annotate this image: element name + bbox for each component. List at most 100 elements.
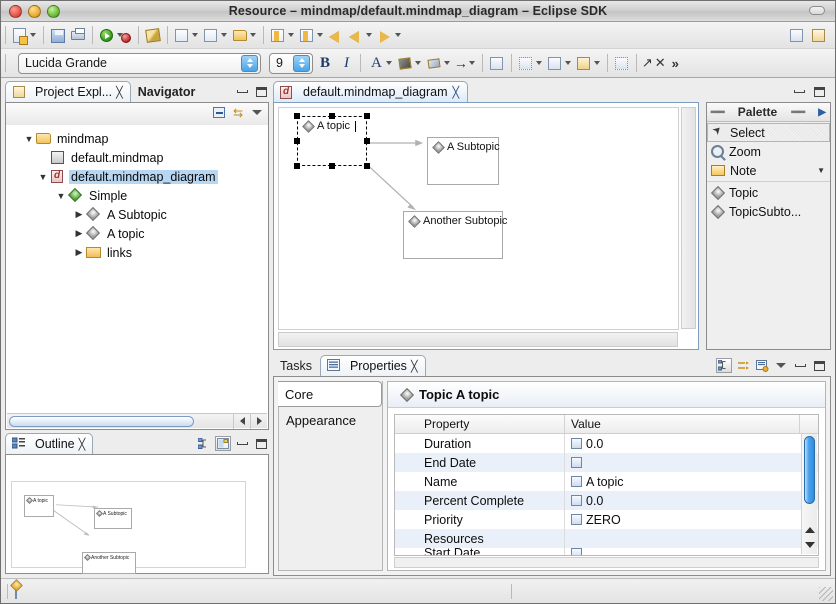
maximize-icon[interactable] (811, 358, 827, 373)
cell-value[interactable]: A topic (565, 472, 818, 491)
tab-default-mindmap-diagram[interactable]: default.mindmap_diagram ╳ (273, 81, 469, 102)
properties-table[interactable]: Property Value Duration 0.0 End Date Nam… (394, 414, 819, 556)
link-with-editor-icon[interactable]: ⇆ (230, 105, 246, 120)
show-categories-icon[interactable] (716, 358, 732, 373)
tree-row[interactable]: default.mindmap (12, 148, 268, 167)
export-button[interactable] (297, 24, 326, 46)
cell-value[interactable]: 0.0 (565, 434, 818, 453)
scroll-down-button[interactable] (802, 537, 817, 552)
palette-header[interactable]: ━━ Palette ━━ ▶ (707, 103, 830, 122)
tree-row[interactable]: ▼ Simple (12, 186, 268, 205)
tree-outline-icon[interactable] (196, 436, 212, 451)
italic-button[interactable]: I (337, 55, 356, 72)
handle-se[interactable] (364, 163, 370, 169)
restore-defaults-icon[interactable] (754, 358, 770, 373)
palette-item-topic[interactable]: Topic (707, 183, 830, 202)
cell-value[interactable]: ZERO (565, 510, 818, 529)
back-arrow-icon[interactable] (326, 24, 346, 46)
handle-sw[interactable] (294, 163, 300, 169)
table-row[interactable]: Start Date (395, 548, 818, 555)
line-style-button[interactable]: → (453, 52, 478, 74)
view-menu-icon[interactable] (249, 105, 265, 120)
tab-tasks[interactable]: Tasks (273, 355, 320, 376)
tree-horizontal-scrollbar[interactable] (7, 413, 267, 429)
previous-button[interactable] (346, 24, 375, 46)
palette-item-note[interactable]: Note ▼ (707, 161, 830, 180)
font-color-button[interactable]: A (365, 52, 395, 74)
cell-value[interactable] (565, 548, 818, 555)
collapse-all-icon[interactable] (211, 105, 227, 120)
palette-item-zoom[interactable]: Zoom (707, 142, 830, 161)
page-setup-button[interactable] (487, 52, 507, 74)
open-perspective-icon[interactable] (787, 24, 807, 46)
close-icon[interactable]: ╳ (411, 360, 418, 373)
debug-button[interactable] (121, 24, 134, 46)
handle-ne[interactable] (364, 113, 370, 119)
table-row[interactable]: Resources (395, 529, 818, 548)
thumbnail-outline-icon[interactable] (215, 436, 231, 451)
properties-horizontal-scrollbar[interactable] (394, 557, 819, 568)
table-row[interactable]: End Date (395, 453, 818, 472)
tree-row[interactable]: ▶ links (12, 243, 268, 262)
tree-row[interactable]: ▶ A Subtopic (12, 205, 268, 224)
new-package-button[interactable] (201, 24, 230, 46)
expand-palette-icon[interactable]: ▶ (818, 107, 826, 118)
tree-row-selected[interactable]: ▼ default.mindmap_diagram (12, 167, 268, 186)
resource-perspective-icon[interactable] (809, 24, 829, 46)
chevron-down-icon[interactable]: ▼ (22, 134, 36, 144)
maximize-icon[interactable] (253, 436, 269, 451)
close-icon[interactable]: ╳ (453, 86, 460, 99)
handle-s[interactable] (329, 163, 335, 169)
scroll-left-button[interactable] (233, 413, 250, 429)
resize-grip[interactable] (819, 587, 833, 601)
fill-color-button[interactable] (395, 52, 424, 74)
import-button[interactable] (268, 24, 297, 46)
close-icon[interactable]: ╳ (79, 438, 86, 451)
toolbar-toggle-button[interactable] (809, 6, 825, 15)
minimize-icon[interactable] (234, 436, 250, 451)
tab-outline[interactable]: Outline ╳ (5, 433, 94, 454)
toolbar-overflow-button[interactable]: » (667, 52, 684, 74)
straighten-button[interactable]: ↗ (641, 52, 654, 74)
chevron-down-icon[interactable]: ▼ (817, 166, 825, 175)
tree-row[interactable]: ▼ mindmap (12, 129, 268, 148)
palette-item-topicsubtopic[interactable]: TopicSubto... (707, 202, 830, 221)
chevron-right-icon[interactable]: ▶ (72, 247, 86, 258)
chevron-down-icon[interactable]: ▼ (54, 191, 68, 201)
font-name-spinner[interactable] (241, 54, 258, 72)
table-row[interactable]: Percent Complete 0.0 (395, 491, 818, 510)
tab-properties[interactable]: Properties ╳ (319, 355, 426, 376)
diagram-canvas[interactable]: A topic A Subtopic Another Subtopic (278, 107, 679, 330)
table-row[interactable]: Duration 0.0 (395, 434, 818, 453)
handle-nw[interactable] (294, 113, 300, 119)
bold-button[interactable]: B (313, 55, 337, 72)
project-tree[interactable]: ▼ mindmap default.mindmap ▼ default.mind… (6, 125, 268, 262)
cross-route-button[interactable]: ✕ (654, 52, 667, 74)
tab-project-explorer[interactable]: Project Expl... ╳ (5, 81, 131, 102)
minimize-icon[interactable] (792, 358, 808, 373)
scrollbar-thumb[interactable] (9, 415, 194, 427)
editor-horizontal-scrollbar[interactable] (278, 332, 678, 347)
scroll-right-button[interactable] (250, 413, 267, 429)
table-row[interactable]: Name A topic (395, 472, 818, 491)
side-tab-appearance[interactable]: Appearance (279, 407, 382, 433)
scrollbar-thumb[interactable] (804, 436, 815, 504)
maximize-icon[interactable] (253, 84, 269, 99)
side-tab-core[interactable]: Core (278, 381, 382, 407)
chevron-right-icon[interactable]: ▶ (72, 209, 86, 220)
table-row[interactable]: Priority ZERO (395, 510, 818, 529)
chevron-down-icon[interactable]: ▼ (36, 172, 50, 182)
new-wizard-button[interactable] (10, 24, 39, 46)
show-advanced-icon[interactable] (735, 358, 751, 373)
print-button[interactable] (68, 24, 88, 46)
handle-n[interactable] (329, 113, 335, 119)
auto-size-button[interactable] (612, 52, 632, 74)
tab-navigator[interactable]: Navigator (131, 81, 204, 102)
diagram-node-a-subtopic[interactable]: A Subtopic (427, 137, 500, 185)
view-menu-icon[interactable] (773, 358, 789, 373)
font-size-combo[interactable]: 9 (269, 52, 313, 74)
close-icon[interactable]: ╳ (116, 86, 123, 99)
cell-value[interactable]: 0.0 (565, 491, 818, 510)
handle-e[interactable] (364, 138, 370, 144)
select-all-button[interactable] (516, 52, 545, 74)
